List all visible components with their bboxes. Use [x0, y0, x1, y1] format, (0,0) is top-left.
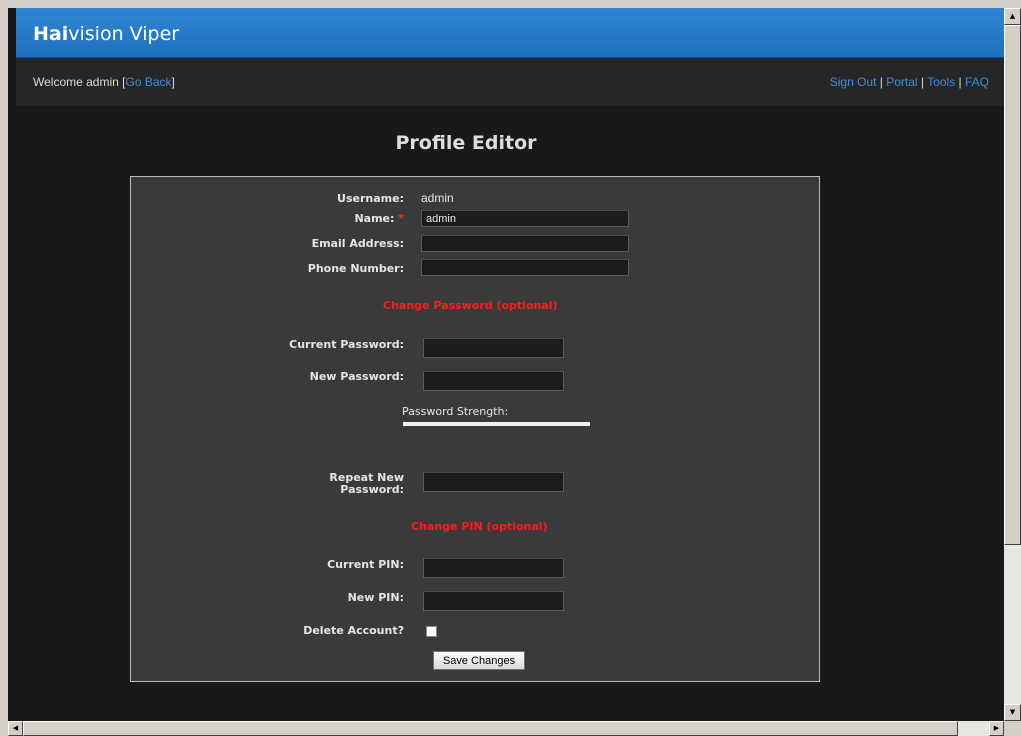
current-pin-field[interactable]: [423, 558, 564, 578]
faq-link[interactable]: FAQ: [965, 75, 989, 89]
scrollbar-corner: [1004, 721, 1021, 736]
phone-field[interactable]: [421, 259, 629, 276]
current-pin-label: Current PIN:: [327, 558, 404, 571]
vertical-scroll-thumb[interactable]: [1004, 25, 1021, 545]
profile-form-panel: Username: admin Name: * Email Address: P…: [130, 176, 820, 682]
password-strength-label: Password Strength:: [402, 405, 509, 418]
new-password-field[interactable]: [423, 371, 564, 391]
email-field[interactable]: [421, 235, 629, 252]
repeat-password-field[interactable]: [423, 472, 564, 492]
current-password-label: Current Password:: [289, 338, 404, 351]
email-label: Email Address:: [311, 237, 404, 250]
delete-account-checkbox[interactable]: [426, 626, 437, 637]
new-pin-label: New PIN:: [347, 591, 404, 604]
new-password-label: New Password:: [309, 370, 404, 383]
delete-account-label: Delete Account?: [303, 624, 404, 637]
new-pin-field[interactable]: [423, 591, 564, 611]
top-nav-links: Sign Out | Portal | Tools | FAQ: [829, 75, 989, 89]
page-title: Profile Editor: [395, 132, 537, 154]
tools-link[interactable]: Tools: [927, 75, 955, 89]
triangle-left-icon[interactable]: ◀: [8, 721, 23, 736]
browser-viewport: Haivision Viper Welcome admin [Go Back] …: [8, 8, 1004, 721]
name-label: Name: *: [354, 212, 404, 225]
save-changes-button[interactable]: Save Changes: [433, 651, 525, 670]
repeat-password-label: Repeat New Password:: [329, 471, 404, 496]
welcome-bar: Welcome admin [Go Back] Sign Out | Porta…: [16, 58, 1004, 106]
vertical-scrollbar[interactable]: ▲ ▼: [1004, 8, 1021, 721]
triangle-right-icon[interactable]: ▶: [989, 721, 1004, 736]
go-back-link[interactable]: Go Back: [125, 75, 171, 89]
triangle-down-icon[interactable]: ▼: [1004, 704, 1021, 721]
sign-out-link[interactable]: Sign Out: [830, 75, 877, 89]
change-password-heading: Change Password (optional): [383, 299, 558, 312]
name-field[interactable]: [421, 210, 629, 227]
username-value: admin: [421, 191, 454, 205]
password-strength-meter: [403, 422, 590, 426]
current-password-field[interactable]: [423, 338, 564, 358]
horizontal-scrollbar[interactable]: ◀ ▶: [8, 721, 1004, 736]
triangle-up-icon[interactable]: ▲: [1004, 8, 1021, 25]
horizontal-scroll-thumb[interactable]: [23, 721, 958, 736]
welcome-text: Welcome admin: [33, 75, 119, 89]
main-content: Profile Editor Username: admin Name: * E…: [16, 106, 1004, 721]
portal-link[interactable]: Portal: [886, 75, 917, 89]
change-pin-heading: Change PIN (optional): [411, 520, 548, 533]
required-marker: *: [398, 212, 404, 225]
username-label: Username:: [337, 192, 404, 205]
phone-label: Phone Number:: [307, 262, 404, 275]
welcome-message: Welcome admin [Go Back]: [33, 75, 175, 89]
brand-header: Haivision Viper: [16, 8, 1004, 58]
app-logo: Haivision Viper: [33, 23, 180, 45]
